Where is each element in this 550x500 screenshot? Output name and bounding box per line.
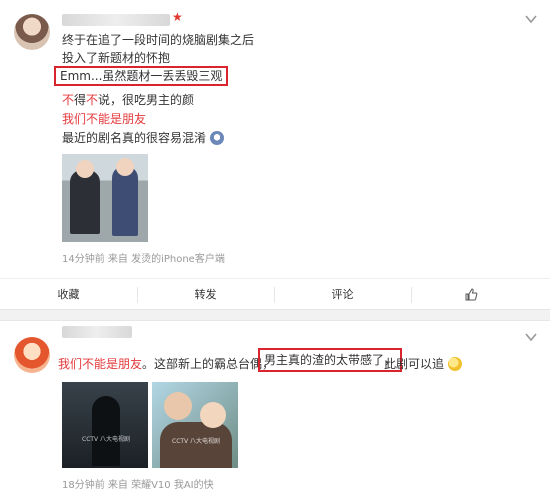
- user-avatar[interactable]: [14, 14, 50, 50]
- post-image[interactable]: [62, 154, 148, 242]
- post-text-line: 不得不说，很吃男主的颜: [62, 92, 194, 108]
- image-watermark: CCTV 八大电视剧: [172, 438, 221, 445]
- like-button[interactable]: [411, 279, 548, 311]
- chevron-down-icon[interactable]: [524, 12, 538, 26]
- post-image[interactable]: CCTV 八大电视剧: [152, 382, 238, 468]
- post-meta: 18分钟前 来自 荣耀V10 我AI的快: [62, 480, 214, 491]
- user-avatar[interactable]: [14, 337, 50, 373]
- post-text: 最近的剧名真的很容易混淆: [62, 131, 207, 145]
- highlight-box: 男主真的渣的太带感了，: [258, 348, 403, 372]
- post-meta: 14分钟前 来自 发烫的iPhone客户端: [62, 254, 225, 265]
- repost-button[interactable]: 转发: [137, 279, 274, 311]
- post-text-line: 终于在追了一段时间的烧脑剧集之后: [62, 33, 255, 47]
- chevron-down-icon[interactable]: [524, 330, 538, 344]
- post-text-line-highlighted: Emm...虽然题材一丢丢毁三观: [54, 66, 229, 86]
- post-text-line-highlighted: 男主真的渣的太带感了，: [258, 348, 403, 372]
- text-red: 不: [86, 93, 99, 107]
- emoji-icon: [447, 357, 462, 371]
- post-text-line: 最近的剧名真的很容易混淆: [62, 130, 224, 146]
- post-text-line: 此剧可以追: [384, 356, 462, 372]
- username-blurred[interactable]: [62, 326, 132, 338]
- post-text-line: 投入了新题材的怀抱: [62, 51, 171, 65]
- username-blurred[interactable]: [62, 14, 170, 26]
- text-red: 不: [62, 93, 75, 107]
- highlight-box: Emm...虽然题材一丢丢毁三观: [54, 66, 229, 86]
- image-watermark: CCTV 八大电视剧: [82, 436, 131, 443]
- drama-title-link[interactable]: 我们不能是朋友: [58, 357, 142, 371]
- like-thumb-icon: [465, 288, 478, 301]
- post-text: 此剧可以追: [384, 357, 445, 371]
- post-image[interactable]: CCTV 八大电视剧: [62, 382, 148, 468]
- post-text-line: 我们不能是朋友。这部新上的霸总台偶，: [58, 356, 274, 372]
- comment-button[interactable]: 评论: [274, 279, 411, 311]
- verified-star-icon: ★: [172, 10, 183, 24]
- collect-button[interactable]: 收藏: [0, 279, 137, 311]
- drama-title-link[interactable]: 我们不能是朋友: [62, 111, 146, 127]
- text-black: 说，很吃男主的颜: [98, 93, 195, 107]
- action-bar: 收藏 转发 评论: [0, 278, 550, 310]
- text-black: 得: [74, 93, 87, 107]
- post-text: 。这部新上的霸总台偶，: [142, 357, 275, 371]
- post-card-1: ★ 终于在追了一段时间的烧脑剧集之后 投入了新题材的怀抱 Emm...虽然题材一…: [0, 0, 550, 310]
- emoji-icon: [209, 131, 224, 145]
